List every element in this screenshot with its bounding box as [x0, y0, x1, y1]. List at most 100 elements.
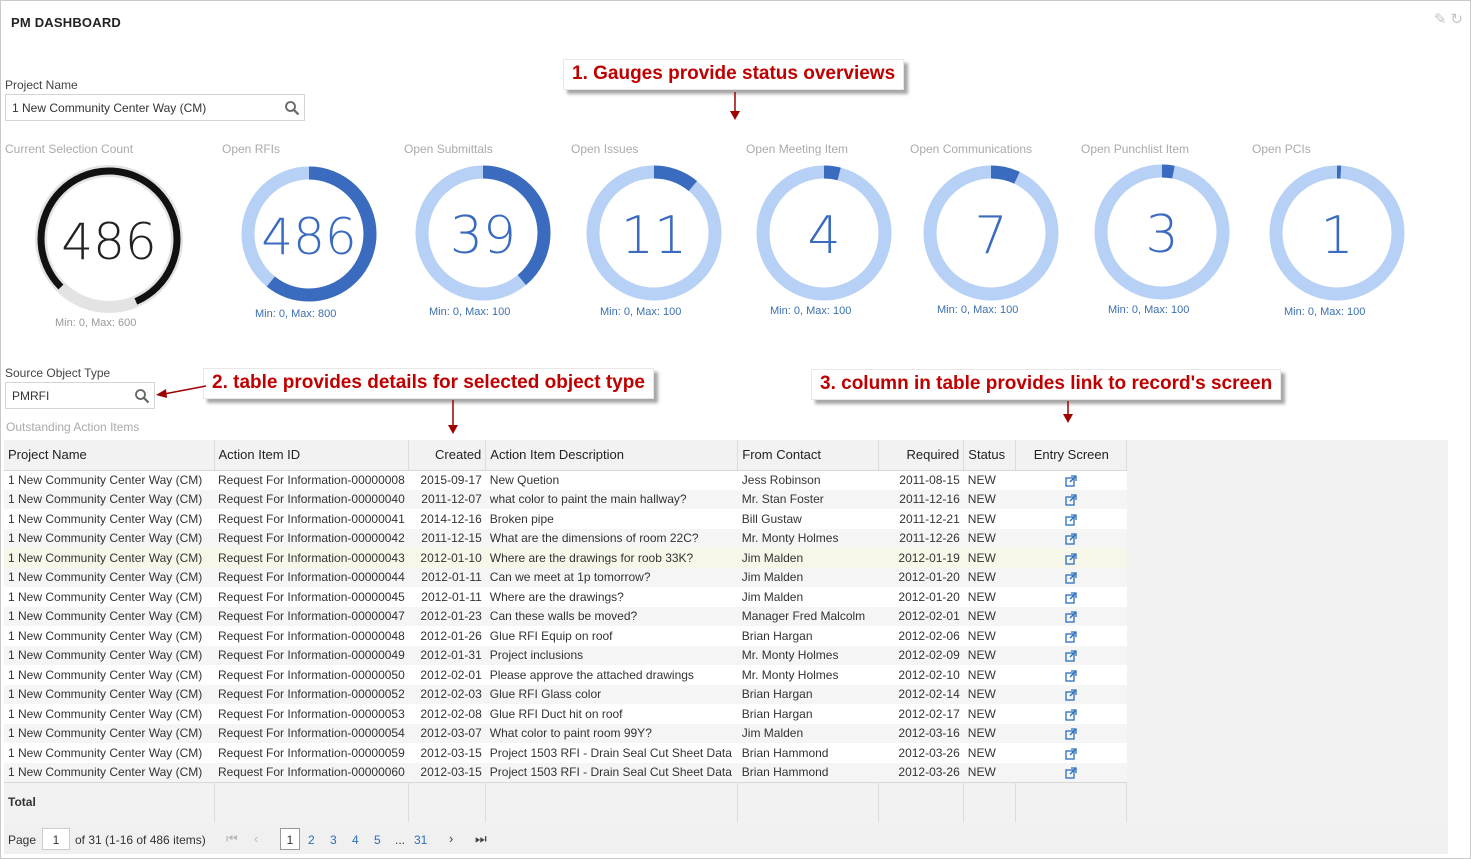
gauge-title: Open RFIs: [222, 142, 281, 156]
table-row[interactable]: 1 New Community Center Way (CM) Request F…: [4, 645, 1127, 665]
cell-status: NEW: [963, 528, 1016, 548]
gauge[interactable]: 7: [916, 158, 1066, 308]
cell-created: 2012-01-10: [408, 548, 486, 568]
table-row[interactable]: 1 New Community Center Way (CM) Request F…: [4, 470, 1127, 490]
cell-action-item-id: Request For Information-00000050: [214, 665, 409, 685]
cell-required: 2011-12-16: [878, 489, 964, 509]
cell-status: NEW: [963, 489, 1016, 509]
cell-project-name: 1 New Community Center Way (CM): [4, 567, 214, 587]
external-link-icon[interactable]: [1065, 650, 1077, 662]
gauge-range-label: Min: 0, Max: 100: [1108, 304, 1190, 316]
page-link[interactable]: 2: [308, 833, 315, 847]
refresh-icon[interactable]: ↻: [1450, 10, 1463, 28]
gauge[interactable]: 1: [1262, 158, 1412, 308]
external-link-icon[interactable]: [1065, 689, 1077, 701]
table-row[interactable]: 1 New Community Center Way (CM) Request F…: [4, 567, 1127, 587]
table-row[interactable]: 1 New Community Center Way (CM) Request F…: [4, 704, 1127, 724]
cell-action-item-id: Request For Information-00000047: [214, 606, 409, 626]
column-header-action-item-id[interactable]: Action Item ID: [214, 440, 410, 471]
table-row[interactable]: 1 New Community Center Way (CM) Request F…: [4, 684, 1127, 704]
cell-entry-screen: [1015, 587, 1127, 607]
page-link[interactable]: 1: [280, 828, 300, 850]
external-link-icon[interactable]: [1065, 767, 1077, 779]
table-row[interactable]: 1 New Community Center Way (CM) Request F…: [4, 528, 1127, 548]
page-summary: of 31 (1-16 of 486 items): [75, 833, 206, 847]
external-link-icon[interactable]: [1065, 475, 1077, 487]
cell-required: 2011-12-21: [878, 509, 964, 529]
external-link-icon[interactable]: [1065, 747, 1077, 760]
table-row[interactable]: 1 New Community Center Way (CM) Request F…: [4, 665, 1127, 685]
cell-entry-screen: [1015, 528, 1127, 548]
last-page-icon[interactable]: ⏭: [475, 831, 487, 847]
cell-required: 2012-03-16: [878, 723, 964, 743]
column-header-required[interactable]: Required: [878, 440, 965, 471]
page-link[interactable]: 5: [374, 833, 381, 847]
page-link[interactable]: 4: [352, 833, 359, 847]
cell-from-contact: Jim Malden: [737, 723, 879, 743]
cell-created: 2012-01-11: [408, 587, 486, 607]
cell-status: NEW: [963, 606, 1016, 626]
table-row[interactable]: 1 New Community Center Way (CM) Request F…: [4, 587, 1127, 607]
external-link-icon[interactable]: [1065, 552, 1077, 565]
external-link-icon[interactable]: [1065, 591, 1077, 604]
external-link-icon[interactable]: [1065, 611, 1077, 623]
table-row[interactable]: 1 New Community Center Way (CM) Request F…: [4, 723, 1127, 743]
prev-page-icon[interactable]: ‹: [254, 831, 258, 846]
gauge[interactable]: 4: [749, 158, 899, 308]
cell-action-item-id: Request For Information-00000049: [214, 645, 409, 665]
search-icon[interactable]: [134, 388, 150, 404]
gauge[interactable]: 486: [34, 164, 184, 314]
gauge[interactable]: 11: [579, 158, 729, 308]
external-link-icon[interactable]: [1065, 513, 1077, 526]
external-link-icon[interactable]: [1065, 728, 1077, 740]
gauge[interactable]: 3: [1087, 157, 1237, 307]
cell-action-item-id: Request For Information-00000008: [214, 470, 409, 490]
cell-action-item-id: Request For Information-00000052: [214, 684, 409, 704]
external-link-icon[interactable]: [1065, 669, 1077, 682]
search-icon[interactable]: [284, 100, 300, 116]
page-ellipsis: ...: [395, 833, 406, 847]
page-link[interactable]: 31: [414, 833, 427, 847]
gauge[interactable]: 486: [234, 159, 384, 309]
next-page-icon[interactable]: ›: [449, 831, 453, 846]
cell-from-contact: Brian Hargan: [737, 684, 879, 704]
external-link-icon[interactable]: [1065, 572, 1077, 584]
table-row[interactable]: 1 New Community Center Way (CM) Request F…: [4, 743, 1127, 763]
cell-required: 2012-02-06: [878, 626, 964, 646]
source-object-lookup[interactable]: PMRFI: [5, 382, 155, 409]
column-header-description[interactable]: Action Item Description: [485, 440, 739, 471]
cell-entry-screen: [1015, 645, 1127, 665]
cell-action-item-id: Request For Information-00000045: [214, 587, 409, 607]
project-name-lookup[interactable]: 1 New Community Center Way (CM): [5, 94, 305, 121]
cell-action-item-id: Request For Information-00000040: [214, 489, 409, 509]
callout-arrow-entry: [1063, 401, 1073, 423]
gauge[interactable]: 39: [408, 158, 558, 308]
table-row[interactable]: 1 New Community Center Way (CM) Request F…: [4, 626, 1127, 646]
gauge-value: 486: [61, 213, 156, 271]
table-row[interactable]: 1 New Community Center Way (CM) Request F…: [4, 548, 1127, 568]
page-link[interactable]: 3: [330, 833, 337, 847]
cell-action-item-id: Request For Information-00000060: [214, 762, 409, 782]
column-header-project-name[interactable]: Project Name: [4, 440, 215, 471]
column-header-created[interactable]: Created: [408, 440, 487, 471]
column-header-status[interactable]: Status: [963, 440, 1017, 471]
total-cell: [963, 781, 1017, 822]
cell-from-contact: Brian Hammond: [737, 743, 879, 763]
column-header-from-contact[interactable]: From Contact: [737, 440, 880, 471]
cell-project-name: 1 New Community Center Way (CM): [4, 684, 214, 704]
header-tools: ✎ ↻: [1434, 10, 1463, 28]
external-link-icon[interactable]: [1065, 630, 1077, 643]
first-page-icon[interactable]: ⏮: [226, 831, 238, 847]
edit-icon[interactable]: ✎: [1434, 10, 1447, 28]
gauge-value: 11: [621, 206, 687, 266]
column-header-entry-screen[interactable]: Entry Screen: [1015, 440, 1128, 471]
page-number-input[interactable]: 1: [42, 828, 70, 850]
external-link-icon[interactable]: [1065, 708, 1077, 721]
external-link-icon[interactable]: [1065, 533, 1077, 545]
external-link-icon[interactable]: [1065, 494, 1077, 506]
total-cell: [878, 781, 965, 822]
table-row[interactable]: 1 New Community Center Way (CM) Request F…: [4, 606, 1127, 626]
table-row[interactable]: 1 New Community Center Way (CM) Request F…: [4, 489, 1127, 509]
table-row[interactable]: 1 New Community Center Way (CM) Request F…: [4, 762, 1127, 782]
table-row[interactable]: 1 New Community Center Way (CM) Request F…: [4, 509, 1127, 529]
